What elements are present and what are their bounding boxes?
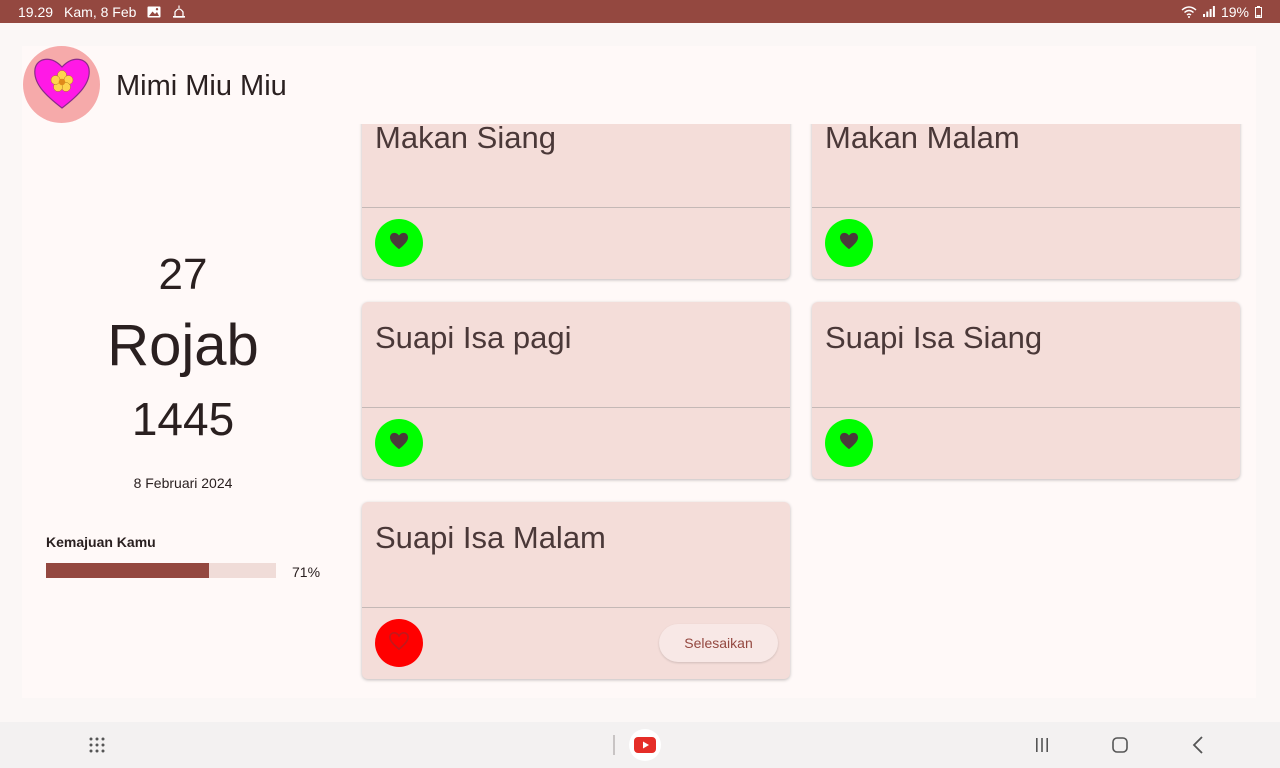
heart-icon [839, 432, 859, 455]
dock-separator [613, 735, 615, 755]
task-card: Suapi Isa Malam Selesaikan [362, 502, 790, 679]
task-title: Makan Malam [825, 124, 1020, 155]
progress-label: Kemajuan Kamu [46, 534, 156, 550]
finish-button[interactable]: Selesaikan [659, 624, 778, 662]
task-title: Suapi Isa Siang [825, 320, 1043, 355]
hijri-month: Rojab [107, 313, 259, 378]
progress-fill [46, 563, 210, 578]
status-date: Kam, 8 Feb [64, 3, 137, 20]
task-title: Makan Siang [375, 124, 556, 155]
heart-icon [389, 232, 409, 255]
battery-percent: 19% [1220, 3, 1249, 20]
heart-icon [839, 232, 859, 255]
task-title: Suapi Isa Malam [375, 520, 606, 555]
card-divider [362, 207, 790, 208]
signal-icon [1202, 6, 1215, 17]
hijri-year: 1445 [131, 393, 235, 445]
card-divider [812, 407, 1240, 408]
app-header: Mimi Miu Miu [22, 46, 1256, 124]
task-title: Suapi Isa pagi [375, 320, 572, 355]
complete-toggle[interactable] [375, 419, 423, 467]
task-grid: Makan Siang Makan Malam Suapi Isa pagi S… [352, 124, 1256, 698]
youtube-icon[interactable] [629, 729, 661, 761]
app-title: Mimi Miu Miu [116, 70, 287, 102]
hijri-day: 27 [158, 250, 208, 299]
status-bar: 19.29 Kam, 8 Feb 19% [0, 0, 1280, 23]
image-icon [147, 6, 161, 18]
navigation-bar [0, 722, 1280, 768]
avatar[interactable] [23, 46, 100, 123]
home-icon[interactable] [1110, 735, 1130, 755]
heart-icon [389, 432, 409, 455]
heart-flower-icon [31, 53, 93, 116]
apps-grid-icon[interactable] [86, 734, 108, 756]
complete-toggle[interactable] [375, 619, 423, 667]
heart-outline-icon [388, 631, 410, 656]
card-divider [362, 407, 790, 408]
complete-toggle[interactable] [375, 219, 423, 267]
status-time: 19.29 [18, 3, 54, 20]
complete-toggle[interactable] [825, 219, 873, 267]
card-divider [812, 207, 1240, 208]
date-panel: 27 Rojab 1445 8 Februari 2024 Kemajuan K… [22, 124, 344, 698]
task-card: Suapi Isa Siang [812, 302, 1240, 479]
card-divider [362, 607, 790, 608]
task-card: Suapi Isa pagi [362, 302, 790, 479]
task-card: Makan Siang [362, 124, 790, 279]
wifi-icon [1181, 5, 1197, 18]
complete-toggle[interactable] [825, 419, 873, 467]
task-card: Makan Malam [812, 124, 1240, 279]
progress-percent: 71% [292, 564, 321, 580]
mosque-icon [172, 5, 186, 18]
gregorian-date: 8 Februari 2024 [133, 475, 233, 491]
back-icon[interactable] [1188, 735, 1208, 755]
app-surface: Mimi Miu Miu 27 Rojab 1445 8 Februari 20… [22, 46, 1256, 698]
recents-icon[interactable] [1032, 734, 1052, 756]
battery-icon [1255, 5, 1262, 18]
progress-bar [46, 563, 276, 578]
